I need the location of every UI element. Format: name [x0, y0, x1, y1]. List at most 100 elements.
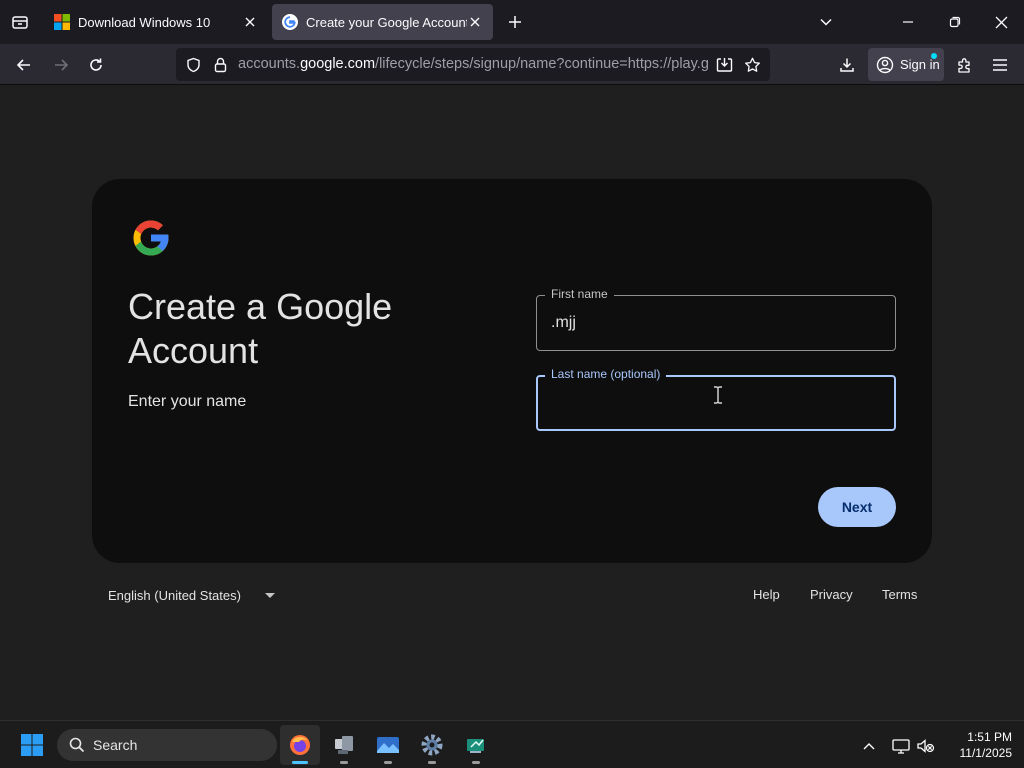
- clock-time: 1:51 PM: [967, 730, 1012, 744]
- page-title: Create a Google Account: [128, 286, 393, 371]
- tracking-protection-button[interactable]: [182, 54, 204, 76]
- show-hidden-icons-button[interactable]: [858, 735, 880, 757]
- running-indicator: [472, 761, 480, 764]
- restore-icon: [949, 16, 961, 28]
- tab-create-google-account[interactable]: Create your Google Account: [272, 4, 493, 40]
- computer-app-icon: [335, 736, 353, 754]
- terms-link[interactable]: Terms: [882, 587, 917, 602]
- page-footer: English (United States) Help Privacy Ter…: [0, 585, 1024, 609]
- volume-status-button[interactable]: [915, 735, 937, 757]
- close-icon: [995, 16, 1007, 28]
- url-prefix: accounts.: [238, 56, 301, 72]
- running-indicator: [428, 761, 436, 764]
- tab-overview-icon: [12, 16, 28, 29]
- taskbar-search-box[interactable]: Search: [57, 729, 277, 761]
- hamburger-menu-icon: [993, 59, 1007, 71]
- shield-icon: [186, 57, 200, 73]
- tab-title: Download Windows 10: [78, 14, 211, 30]
- taskbar-app-2[interactable]: [324, 725, 364, 765]
- url-path: /lifecycle/steps/signup/name?continue=ht…: [375, 56, 708, 72]
- star-icon: [744, 57, 760, 72]
- firefox-icon: [290, 735, 310, 755]
- arrow-left-icon: [16, 59, 30, 71]
- navigation-toolbar: accounts.google.com/lifecycle/steps/sign…: [0, 44, 1024, 85]
- signup-card: Create a Google Account Enter your name …: [92, 179, 932, 563]
- google-favicon-icon: [282, 14, 298, 30]
- chevron-up-icon: [863, 743, 875, 750]
- downloads-button[interactable]: [832, 50, 862, 80]
- running-indicator: [340, 761, 348, 764]
- language-selector[interactable]: English (United States): [108, 588, 275, 603]
- close-window-button[interactable]: [983, 6, 1019, 38]
- text-cursor-icon: [714, 386, 722, 404]
- address-bar[interactable]: accounts.google.com/lifecycle/steps/sign…: [176, 48, 770, 81]
- minimize-button[interactable]: [890, 6, 926, 38]
- download-icon: [840, 58, 854, 72]
- google-logo-icon: [133, 220, 169, 256]
- language-label: English (United States): [108, 588, 241, 603]
- search-icon: [69, 737, 85, 753]
- sign-in-label: Sign in: [900, 57, 940, 72]
- last-name-label: Last name (optional): [545, 367, 667, 381]
- gear-icon: [421, 734, 443, 756]
- clock-date: 11/1/2025: [959, 746, 1013, 760]
- chevron-down-icon: [820, 18, 832, 26]
- first-name-label: First name: [545, 287, 614, 301]
- notification-dot: [931, 53, 937, 59]
- restore-button[interactable]: [937, 6, 973, 38]
- extensions-button[interactable]: [949, 50, 979, 80]
- next-button[interactable]: Next: [818, 487, 896, 527]
- taskbar-app-5[interactable]: [456, 725, 496, 765]
- privacy-link[interactable]: Privacy: [810, 587, 853, 602]
- system-clock[interactable]: 1:51 PM 11/1/2025: [940, 729, 1013, 761]
- taskbar-settings[interactable]: [412, 725, 452, 765]
- reload-icon: [90, 58, 102, 71]
- url-host: google.com: [300, 56, 376, 72]
- plus-icon: [509, 16, 521, 28]
- search-label: Search: [93, 737, 138, 753]
- account-icon: [876, 56, 894, 73]
- microsoft-logo-icon: [54, 14, 70, 30]
- running-indicator: [384, 761, 392, 764]
- minimize-icon: [903, 21, 913, 23]
- browser-tab-strip: Download Windows 10 Create your Google A…: [0, 0, 1024, 44]
- network-icon: [892, 739, 910, 754]
- help-link[interactable]: Help: [753, 587, 780, 602]
- install-app-button[interactable]: [713, 54, 735, 76]
- reload-button[interactable]: [81, 50, 111, 80]
- new-tab-button[interactable]: [503, 10, 527, 34]
- windows-logo-icon: [21, 734, 43, 756]
- install-icon: [716, 58, 732, 72]
- taskbar-firefox[interactable]: [280, 725, 320, 765]
- first-name-field: First name: [536, 287, 896, 351]
- network-status-button[interactable]: [890, 735, 912, 757]
- back-button[interactable]: [9, 50, 39, 80]
- monitor-app-icon: [467, 739, 484, 753]
- puzzle-piece-icon: [957, 57, 970, 73]
- tab-download-windows[interactable]: Download Windows 10: [44, 4, 268, 40]
- url-text: accounts.google.com/lifecycle/steps/sign…: [238, 56, 708, 72]
- taskbar-app-3[interactable]: [368, 725, 408, 765]
- tab-overview-button[interactable]: [8, 10, 32, 34]
- last-name-input[interactable]: [551, 390, 871, 416]
- windows-taskbar: Search 1:51 PM 11/1/2025: [0, 720, 1024, 768]
- start-button[interactable]: [12, 725, 52, 765]
- dropdown-arrow-icon: [264, 592, 275, 598]
- sign-in-button[interactable]: Sign in: [868, 48, 944, 81]
- tab-title: Create your Google Account: [306, 14, 467, 30]
- active-indicator: [292, 761, 308, 764]
- list-all-tabs-button[interactable]: [814, 10, 838, 34]
- close-icon: [470, 17, 480, 27]
- signup-page: Create a Google Account Enter your name …: [0, 85, 1024, 720]
- arrow-right-icon: [55, 59, 69, 71]
- lock-icon: [214, 57, 226, 73]
- bookmark-button[interactable]: [741, 54, 763, 76]
- forward-button[interactable]: [46, 50, 76, 80]
- close-icon: [245, 17, 255, 27]
- close-tab-button[interactable]: [242, 14, 258, 30]
- app-menu-button[interactable]: [985, 50, 1015, 80]
- photos-icon: [377, 737, 399, 753]
- close-tab-button[interactable]: [467, 14, 483, 30]
- first-name-input[interactable]: [551, 310, 871, 336]
- site-security-button[interactable]: [209, 54, 231, 76]
